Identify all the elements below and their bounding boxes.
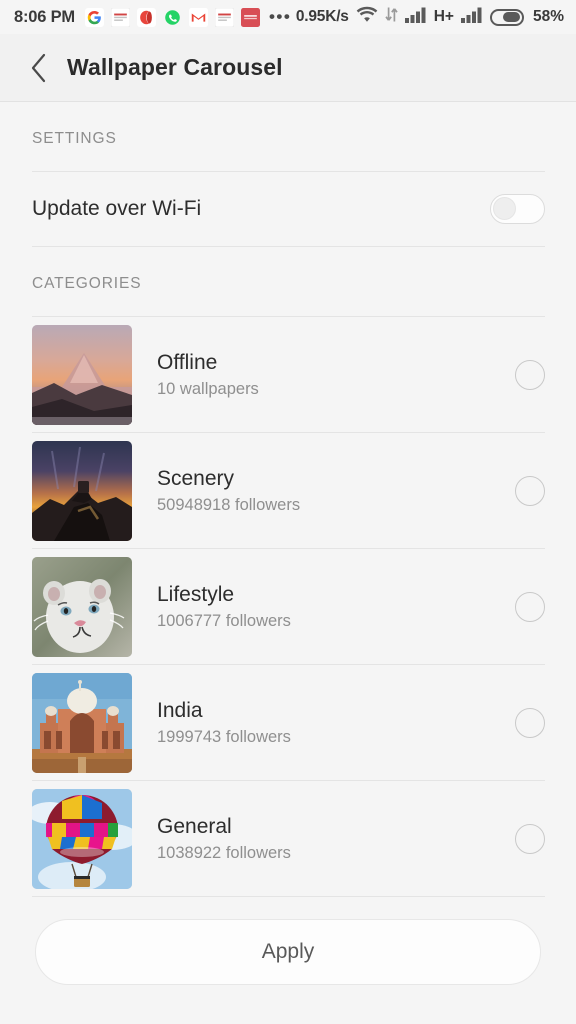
- signal-bars-icon: [404, 6, 427, 28]
- list-item-text: Scenery 50948918 followers: [157, 467, 300, 515]
- wifi-icon: [356, 6, 378, 28]
- category-name: India: [157, 698, 203, 722]
- list-item-text: Lifestyle 1006777 followers: [157, 583, 291, 631]
- back-chevron-icon[interactable]: [22, 51, 56, 85]
- list-item[interactable]: General 1038922 followers: [0, 781, 576, 896]
- status-bar: 8:06 PM ••• 0.95K/s H+ 58%: [0, 0, 576, 34]
- hot-air-balloon-thumb: [32, 788, 132, 889]
- data-arrows-icon: [385, 6, 398, 28]
- battery-icon: [489, 8, 524, 26]
- apply-button[interactable]: Apply: [35, 919, 541, 985]
- opera-icon: [136, 7, 156, 27]
- list-item[interactable]: India 1999743 followers: [0, 665, 576, 780]
- category-subtitle: 1038922 followers: [157, 843, 291, 862]
- category-name: Offline: [157, 350, 218, 374]
- news-card-icon-2: [214, 7, 234, 27]
- list-item-text: General 1038922 followers: [157, 815, 291, 863]
- settings-row-label: Update over Wi-Fi: [32, 197, 202, 220]
- overflow-dots-icon: •••: [268, 7, 292, 26]
- category-name: Lifestyle: [157, 582, 235, 606]
- humayuns-tomb-thumb: [32, 672, 132, 773]
- list-item-text: Offline 10 wallpapers: [157, 351, 259, 399]
- settings-section-header: SETTINGS: [32, 130, 117, 147]
- network-type: H+: [433, 8, 454, 25]
- settings-row-update-over-wifi[interactable]: Update over Wi-Fi: [0, 172, 576, 246]
- status-right-group: 0.95K/s H+ 58%: [296, 6, 564, 28]
- category-subtitle: 1006777 followers: [157, 611, 291, 630]
- toggle-knob: [493, 197, 516, 220]
- category-radio-button[interactable]: [515, 475, 545, 506]
- category-subtitle: 50948918 followers: [157, 495, 301, 514]
- settings-content: SETTINGS Update over Wi-Fi CATEGORIES Of…: [0, 102, 576, 1023]
- category-name: Scenery: [157, 466, 235, 490]
- great-wall-dawn-thumb: [32, 440, 132, 541]
- status-clock: 8:06 PM: [14, 7, 75, 26]
- news-card-icon: [110, 7, 130, 27]
- apply-button-container: Apply: [0, 897, 576, 985]
- whatsapp-icon: [163, 8, 182, 27]
- signal-bars-icon-2: [460, 6, 483, 28]
- mountain-sunset-thumb: [32, 324, 132, 425]
- page-title: Wallpaper Carousel: [67, 54, 283, 80]
- network-speed: 0.95K/s: [295, 8, 349, 25]
- category-subtitle: 10 wallpapers: [157, 379, 259, 398]
- google-icon: [84, 7, 104, 27]
- category-subtitle: 1999743 followers: [157, 727, 291, 746]
- categories-section-header: CATEGORIES: [32, 275, 142, 292]
- category-name: General: [157, 814, 232, 838]
- battery-percent: 58%: [532, 8, 564, 25]
- update-over-wifi-toggle[interactable]: [490, 194, 545, 224]
- list-item[interactable]: Offline 10 wallpapers: [0, 317, 576, 432]
- redbus-icon: [240, 7, 260, 27]
- category-radio-button[interactable]: [515, 823, 545, 854]
- list-item[interactable]: Scenery 50948918 followers: [0, 433, 576, 548]
- title-bar: Wallpaper Carousel: [0, 34, 576, 102]
- battery-fill: [503, 12, 521, 22]
- category-radio-button[interactable]: [515, 359, 545, 390]
- notification-icons: [84, 7, 260, 27]
- list-item-text: India 1999743 followers: [157, 699, 291, 747]
- category-radio-button[interactable]: [515, 707, 545, 738]
- list-item[interactable]: Lifestyle 1006777 followers: [0, 549, 576, 664]
- white-tiger-cub-thumb: [32, 556, 132, 657]
- gmail-icon: [188, 7, 208, 27]
- category-radio-button[interactable]: [515, 591, 545, 622]
